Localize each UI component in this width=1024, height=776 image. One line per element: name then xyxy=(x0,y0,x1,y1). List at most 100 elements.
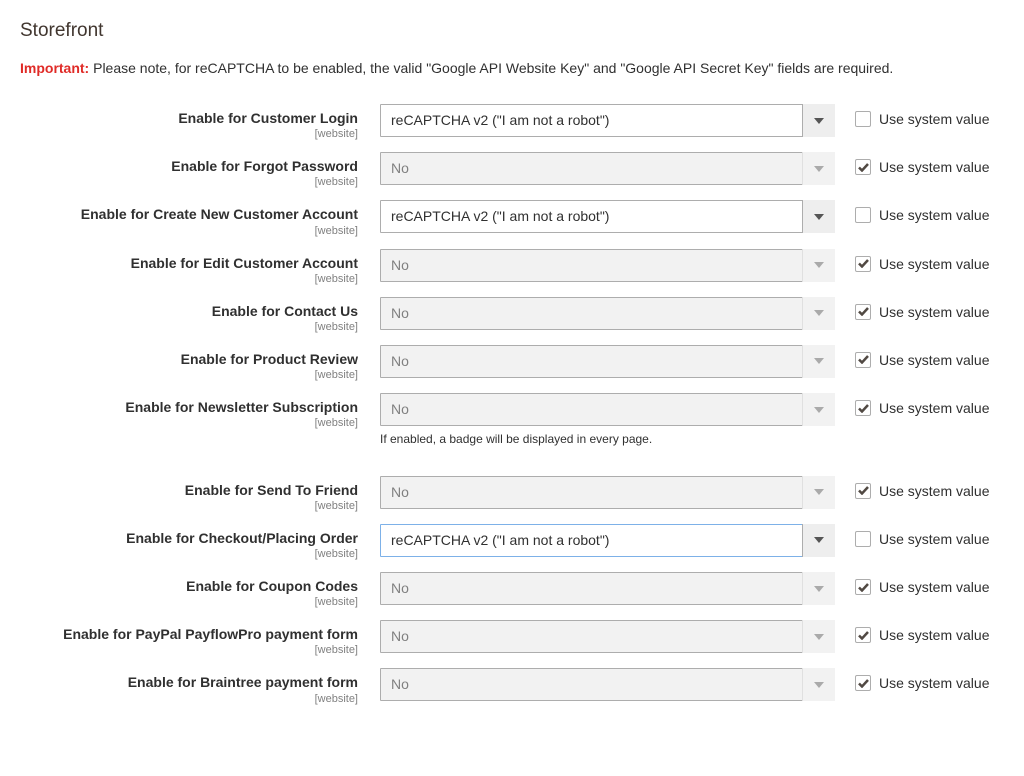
field-scope: [website] xyxy=(20,417,358,429)
field-label: Enable for Forgot Password xyxy=(171,158,358,174)
select-contact-us: No xyxy=(380,297,835,330)
field-label-wrap: Enable for Newsletter Subscription [webs… xyxy=(20,393,380,429)
use-system-checkbox-paypal[interactable] xyxy=(855,627,871,643)
field-control: No xyxy=(380,152,835,185)
section-title: Storefront xyxy=(20,20,1004,42)
select-wrap: No xyxy=(380,476,835,509)
field-scope: [website] xyxy=(20,500,358,512)
use-system-checkbox-product-review[interactable] xyxy=(855,352,871,368)
field-label: Enable for Contact Us xyxy=(212,303,358,319)
field-scope: [website] xyxy=(20,321,358,333)
field-label: Enable for Customer Login xyxy=(178,110,358,126)
use-system-label[interactable]: Use system value xyxy=(879,483,989,499)
field-control: No xyxy=(380,572,835,605)
field-scope: [website] xyxy=(20,644,358,656)
field-row-customer-login: Enable for Customer Login [website] reCA… xyxy=(20,104,1004,140)
field-label-wrap: Enable for Create New Customer Account [… xyxy=(20,200,380,236)
field-control: reCAPTCHA v2 ("I am not a robot") xyxy=(380,104,835,137)
use-system-checkbox-contact-us[interactable] xyxy=(855,304,871,320)
use-system-checkbox-create-account[interactable] xyxy=(855,207,871,223)
select-edit-account: No xyxy=(380,249,835,282)
field-control: No xyxy=(380,620,835,653)
field-control: No xyxy=(380,297,835,330)
field-scope: [website] xyxy=(20,693,358,705)
use-system-checkbox-newsletter[interactable] xyxy=(855,400,871,416)
field-label: Enable for Send To Friend xyxy=(185,482,358,498)
field-scope: [website] xyxy=(20,369,358,381)
use-system-checkbox-customer-login[interactable] xyxy=(855,111,871,127)
field-scope: [website] xyxy=(20,176,358,188)
field-label-wrap: Enable for Send To Friend [website] xyxy=(20,476,380,512)
field-label-wrap: Enable for Forgot Password [website] xyxy=(20,152,380,188)
field-scope: [website] xyxy=(20,273,358,285)
field-row-braintree: Enable for Braintree payment form [websi… xyxy=(20,668,1004,704)
select-forgot-password: No xyxy=(380,152,835,185)
field-label-wrap: Enable for Checkout/Placing Order [websi… xyxy=(20,524,380,560)
use-system-checkbox-forgot-password[interactable] xyxy=(855,159,871,175)
field-label-wrap: Enable for Edit Customer Account [websit… xyxy=(20,249,380,285)
use-system-label[interactable]: Use system value xyxy=(879,207,989,223)
select-wrap: reCAPTCHA v2 ("I am not a robot") xyxy=(380,104,835,137)
select-create-account[interactable]: reCAPTCHA v2 ("I am not a robot") xyxy=(380,200,835,233)
field-row-checkout: Enable for Checkout/Placing Order [websi… xyxy=(20,524,1004,560)
field-scope: [website] xyxy=(20,548,358,560)
notice-important-label: Important: xyxy=(20,60,89,76)
select-wrap: No xyxy=(380,572,835,605)
field-note: If enabled, a badge will be displayed in… xyxy=(380,432,835,448)
field-row-paypal: Enable for PayPal PayflowPro payment for… xyxy=(20,620,1004,656)
use-system-label[interactable]: Use system value xyxy=(879,159,989,175)
select-wrap: No xyxy=(380,249,835,282)
field-label-wrap: Enable for Product Review [website] xyxy=(20,345,380,381)
select-checkout[interactable]: reCAPTCHA v2 ("I am not a robot") xyxy=(380,524,835,557)
field-row-edit-account: Enable for Edit Customer Account [websit… xyxy=(20,249,1004,285)
field-row-coupon: Enable for Coupon Codes [website] No Use… xyxy=(20,572,1004,608)
field-control: No If enabled, a badge will be displayed… xyxy=(380,393,835,448)
select-wrap: No xyxy=(380,345,835,378)
select-paypal: No xyxy=(380,620,835,653)
field-label-wrap: Enable for Coupon Codes [website] xyxy=(20,572,380,608)
field-scope: [website] xyxy=(20,128,358,140)
select-wrap: No xyxy=(380,297,835,330)
use-system-label[interactable]: Use system value xyxy=(879,352,989,368)
use-system-checkbox-checkout[interactable] xyxy=(855,531,871,547)
use-system-label[interactable]: Use system value xyxy=(879,531,989,547)
use-system-label[interactable]: Use system value xyxy=(879,400,989,416)
use-system-checkbox-send-friend[interactable] xyxy=(855,483,871,499)
use-system-label[interactable]: Use system value xyxy=(879,304,989,320)
use-system-label[interactable]: Use system value xyxy=(879,627,989,643)
select-wrap: No xyxy=(380,393,835,426)
notice: Important: Please note, for reCAPTCHA to… xyxy=(20,60,1004,76)
field-control: No xyxy=(380,668,835,701)
field-label: Enable for Newsletter Subscription xyxy=(125,399,358,415)
field-row-contact-us: Enable for Contact Us [website] No Use s… xyxy=(20,297,1004,333)
field-row-create-account: Enable for Create New Customer Account [… xyxy=(20,200,1004,236)
use-system-label[interactable]: Use system value xyxy=(879,579,989,595)
select-wrap: reCAPTCHA v2 ("I am not a robot") xyxy=(380,200,835,233)
field-control: No xyxy=(380,476,835,509)
select-wrap: No xyxy=(380,620,835,653)
field-control: No xyxy=(380,345,835,378)
use-system-checkbox-edit-account[interactable] xyxy=(855,256,871,272)
field-label: Enable for Braintree payment form xyxy=(128,674,358,690)
field-label-wrap: Enable for PayPal PayflowPro payment for… xyxy=(20,620,380,656)
use-system-label[interactable]: Use system value xyxy=(879,111,989,127)
field-label: Enable for Edit Customer Account xyxy=(131,255,358,271)
select-wrap: reCAPTCHA v2 ("I am not a robot") xyxy=(380,524,835,557)
select-coupon: No xyxy=(380,572,835,605)
field-row-newsletter: Enable for Newsletter Subscription [webs… xyxy=(20,393,1004,448)
select-customer-login[interactable]: reCAPTCHA v2 ("I am not a robot") xyxy=(380,104,835,137)
use-system-checkbox-coupon[interactable] xyxy=(855,579,871,595)
use-system-label[interactable]: Use system value xyxy=(879,256,989,272)
field-control: reCAPTCHA v2 ("I am not a robot") xyxy=(380,524,835,557)
field-label: Enable for Create New Customer Account xyxy=(81,206,358,222)
select-braintree: No xyxy=(380,668,835,701)
field-label: Enable for Checkout/Placing Order xyxy=(126,530,358,546)
field-label-wrap: Enable for Contact Us [website] xyxy=(20,297,380,333)
use-system-label[interactable]: Use system value xyxy=(879,675,989,691)
select-newsletter: No xyxy=(380,393,835,426)
field-label: Enable for Coupon Codes xyxy=(186,578,358,594)
field-control: No xyxy=(380,249,835,282)
select-product-review: No xyxy=(380,345,835,378)
use-system-checkbox-braintree[interactable] xyxy=(855,675,871,691)
select-send-friend: No xyxy=(380,476,835,509)
